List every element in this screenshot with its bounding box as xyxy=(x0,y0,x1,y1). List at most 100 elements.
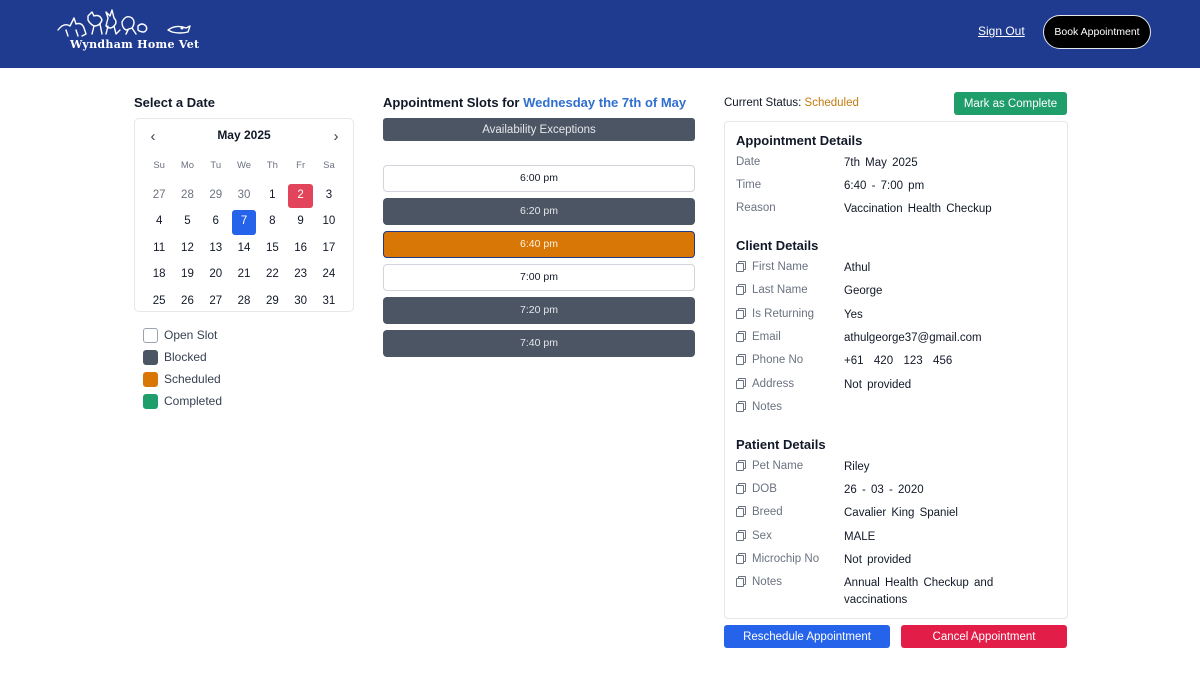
calendar-day[interactable]: 12 xyxy=(175,237,199,262)
pet-name-label[interactable]: Pet Name xyxy=(736,460,803,472)
calendar-day[interactable]: 4 xyxy=(147,210,171,235)
calendar-day[interactable]: 11 xyxy=(147,237,171,262)
client-notes-label[interactable]: Notes xyxy=(736,401,782,413)
cancel-appointment-button[interactable]: Cancel Appointment xyxy=(901,625,1067,648)
calendar-day[interactable]: 26 xyxy=(175,290,199,315)
email-value: athulgeorge37@gmail.com xyxy=(844,332,982,344)
calendar-day[interactable]: 5 xyxy=(175,210,199,235)
calendar-day[interactable]: 13 xyxy=(204,237,228,262)
calendar-day[interactable]: 29 xyxy=(260,290,284,315)
patient-notes-label[interactable]: Notes xyxy=(736,576,782,588)
last-name-label[interactable]: Last Name xyxy=(736,284,808,296)
is-returning-value: Yes xyxy=(844,309,863,321)
calendar-day[interactable]: 6 xyxy=(204,210,228,235)
calendar-day[interactable]: 9 xyxy=(288,210,312,235)
legend-swatch xyxy=(143,327,158,343)
availability-exceptions-button[interactable]: Availability Exceptions xyxy=(383,118,695,141)
calendar-day[interactable]: 25 xyxy=(147,290,171,315)
copy-icon[interactable] xyxy=(736,401,746,412)
copy-icon[interactable] xyxy=(736,460,746,471)
breed-value: Cavalier King Spaniel xyxy=(844,507,958,519)
date-value: 7th May 2025 xyxy=(844,157,918,169)
time-value: 6:40 - 7:00 pm xyxy=(844,180,925,192)
calendar-day[interactable]: 27 xyxy=(147,184,171,209)
calendar-day-today[interactable]: 2 xyxy=(288,183,313,208)
copy-icon[interactable] xyxy=(736,483,746,494)
calendar-day[interactable]: 27 xyxy=(204,290,228,315)
copy-icon[interactable] xyxy=(736,284,746,295)
time-slot-blocked[interactable]: 7:20 pm xyxy=(383,297,695,324)
calendar-day[interactable]: 15 xyxy=(260,237,284,262)
calendar-day[interactable]: 31 xyxy=(317,290,341,315)
copy-icon[interactable] xyxy=(736,553,746,564)
calendar-day[interactable]: 22 xyxy=(260,263,284,288)
status-value: Scheduled xyxy=(804,97,859,109)
next-month-chevron-right-icon[interactable]: › xyxy=(327,128,345,146)
time-slot-blocked[interactable]: 6:20 pm xyxy=(383,198,695,225)
date-calendar: ‹ May 2025 › Su Mo Tu We Th Fr Sa 27 28 29 30 1 2 3 4 5… xyxy=(134,118,354,312)
is-returning-label[interactable]: Is Returning xyxy=(736,308,814,320)
microchip-value: Not provided xyxy=(844,554,912,566)
calendar-day[interactable]: 30 xyxy=(232,184,256,209)
address-label[interactable]: Address xyxy=(736,378,794,390)
calendar-day-grid: Su Mo Tu We Th Fr Sa 27 28 29 30 1 2 3 4 5 6 7 8 9 10 11 12 13 1… xyxy=(145,156,343,315)
copy-icon[interactable] xyxy=(736,378,746,389)
email-label[interactable]: Email xyxy=(736,331,781,343)
time-slot-blocked[interactable]: 7:40 pm xyxy=(383,330,695,357)
sign-out-link[interactable]: Sign Out xyxy=(978,24,1025,38)
copy-icon[interactable] xyxy=(736,506,746,517)
breed-label[interactable]: Breed xyxy=(736,506,783,518)
calendar-day[interactable]: 16 xyxy=(288,237,312,262)
sex-label[interactable]: Sex xyxy=(736,530,772,542)
microchip-label[interactable]: Microchip No xyxy=(736,553,819,565)
calendar-day[interactable]: 14 xyxy=(232,237,256,262)
weekday-label: Sa xyxy=(323,160,335,171)
calendar-day[interactable]: 17 xyxy=(317,237,341,262)
address-value: Not provided xyxy=(844,379,912,391)
calendar-day[interactable]: 28 xyxy=(232,290,256,315)
calendar-day[interactable]: 30 xyxy=(288,290,312,315)
select-date-heading: Select a Date xyxy=(134,95,215,110)
last-name-value: George xyxy=(844,285,883,297)
mark-as-complete-button[interactable]: Mark as Complete xyxy=(954,92,1067,115)
copy-icon[interactable] xyxy=(736,331,746,342)
calendar-day[interactable]: 10 xyxy=(317,210,341,235)
brand-name: Wyndham Home Vet xyxy=(70,38,200,51)
reason-label: Reason xyxy=(736,202,776,214)
calendar-day[interactable]: 24 xyxy=(317,263,341,288)
time-label: Time xyxy=(736,179,762,191)
calendar-day[interactable]: 21 xyxy=(232,263,256,288)
calendar-day-selected[interactable]: 7 xyxy=(231,210,257,235)
copy-icon[interactable] xyxy=(736,261,746,272)
calendar-day[interactable]: 18 xyxy=(147,263,171,288)
slots-title-date: Wednesday the 7th of May xyxy=(523,95,687,110)
time-slot-scheduled[interactable]: 6:40 pm xyxy=(383,231,695,258)
calendar-day[interactable]: 3 xyxy=(317,184,341,209)
legend-label: Completed xyxy=(164,394,223,408)
book-appointment-button[interactable]: Book Appointment xyxy=(1043,15,1151,49)
legend-swatch xyxy=(143,349,158,365)
status-label: Current Status: xyxy=(724,97,802,109)
calendar-day[interactable]: 23 xyxy=(288,263,312,288)
calendar-day[interactable]: 1 xyxy=(260,184,284,209)
top-header: Wyndham Home Vet Sign Out Book Appointme… xyxy=(0,0,1200,68)
first-name-label[interactable]: First Name xyxy=(736,261,808,273)
reason-value: Vaccination Health Checkup xyxy=(844,203,992,215)
calendar-day[interactable]: 28 xyxy=(175,184,199,209)
copy-icon[interactable] xyxy=(736,308,746,319)
reschedule-appointment-button[interactable]: Reschedule Appointment xyxy=(724,625,890,648)
copy-icon[interactable] xyxy=(736,576,746,587)
copy-icon[interactable] xyxy=(736,530,746,541)
phone-label[interactable]: Phone No xyxy=(736,354,803,366)
calendar-day[interactable]: 8 xyxy=(260,210,284,235)
copy-icon[interactable] xyxy=(736,354,746,365)
weekday-label: Tu xyxy=(210,160,222,171)
dob-label[interactable]: DOB xyxy=(736,483,777,495)
time-slot-open[interactable]: 6:00 pm xyxy=(383,165,695,192)
client-details-heading: Client Details xyxy=(736,238,819,253)
calendar-day[interactable]: 19 xyxy=(175,263,199,288)
time-slot-open[interactable]: 7:00 pm xyxy=(383,264,695,291)
calendar-day[interactable]: 20 xyxy=(204,263,228,288)
calendar-day[interactable]: 29 xyxy=(204,184,228,209)
legend-swatch xyxy=(143,371,158,387)
